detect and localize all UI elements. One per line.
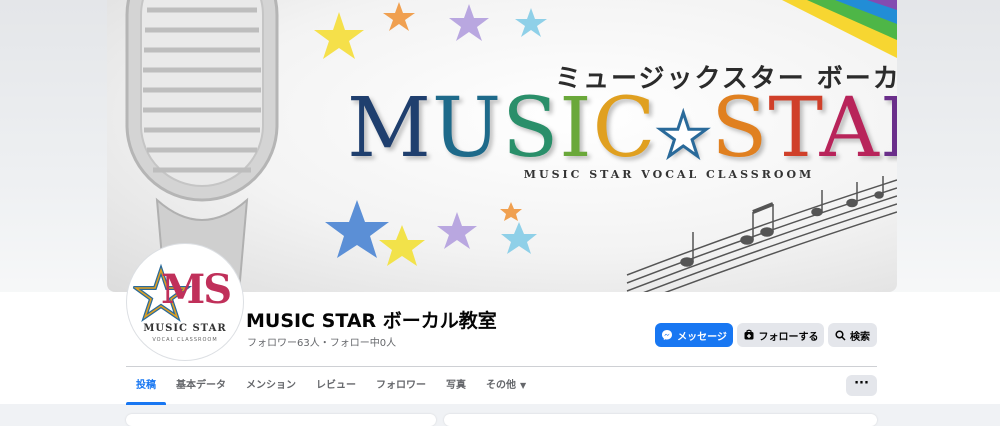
cover-title-letter: M — [347, 81, 432, 176]
tab-photos[interactable]: 写真 — [436, 367, 476, 404]
message-button-label: メッセージ — [677, 331, 727, 343]
tab-posts[interactable]: 投稿 — [126, 367, 166, 405]
tab-more[interactable]: その他 ▼ — [476, 367, 536, 404]
avatar-subtitle: VOCAL CLASSROOM — [152, 337, 218, 343]
cover-title-letter: C — [592, 81, 657, 176]
cover-title-letter: A — [819, 81, 880, 176]
tab-label: フォロワー — [376, 380, 426, 391]
tab-label: レビュー — [316, 380, 356, 391]
tab-label: 投稿 — [136, 380, 156, 391]
cover-title-letter: T — [768, 81, 820, 176]
follow-button-label: フォローする — [758, 331, 819, 343]
cover-title-letter: U — [431, 81, 503, 176]
caret-down-icon: ▼ — [520, 381, 527, 390]
cover-title-letter: R — [880, 81, 897, 176]
messenger-icon — [662, 330, 673, 340]
follow-button[interactable]: フォローする — [737, 323, 824, 347]
tab-mentions[interactable]: メンション — [236, 367, 306, 404]
tab-reviews[interactable]: レビュー — [306, 367, 366, 404]
tab-about[interactable]: 基本データ — [166, 367, 236, 404]
search-button-label: 検索 — [850, 331, 870, 343]
follow-icon — [744, 329, 753, 340]
tab-label: 基本データ — [176, 380, 226, 391]
posts-card — [444, 414, 877, 426]
cover-tagline: MUSIC STAR VOCAL CLASSROOM — [523, 168, 815, 181]
profile-avatar[interactable]: MS MUSIC STAR VOCAL CLASSROOM — [127, 244, 243, 360]
search-button[interactable]: 検索 — [828, 323, 877, 347]
intro-card — [126, 414, 436, 426]
profile-tabs: 投稿 基本データ メンション レビュー フォロワー 写真 その他 ▼ — [126, 367, 536, 405]
tab-label: その他 — [486, 380, 516, 391]
search-icon — [835, 329, 846, 341]
tab-label: 写真 — [446, 380, 466, 391]
cover-title-letter: I — [559, 81, 593, 176]
rainbow-streak — [782, 0, 897, 58]
more-options-button[interactable]: ··· — [846, 375, 877, 396]
cover-title-letter: S — [502, 81, 560, 176]
avatar-name: MUSIC STAR — [143, 323, 227, 334]
follower-stats[interactable]: フォロワー63人・フォロー中0人 — [247, 334, 396, 349]
tab-followers[interactable]: フォロワー — [366, 367, 436, 404]
avatar-monogram: MS — [161, 266, 232, 313]
page-title: MUSIC STAR ボーカル教室 — [246, 310, 497, 332]
cover-title-letter: S — [711, 81, 769, 176]
music-notes — [626, 176, 897, 292]
cover-title: MUSIC★STAR — [347, 88, 897, 170]
tab-label: メンション — [246, 380, 296, 391]
cover-title-star: ★ — [655, 101, 712, 171]
message-button[interactable]: メッセージ — [655, 323, 733, 347]
